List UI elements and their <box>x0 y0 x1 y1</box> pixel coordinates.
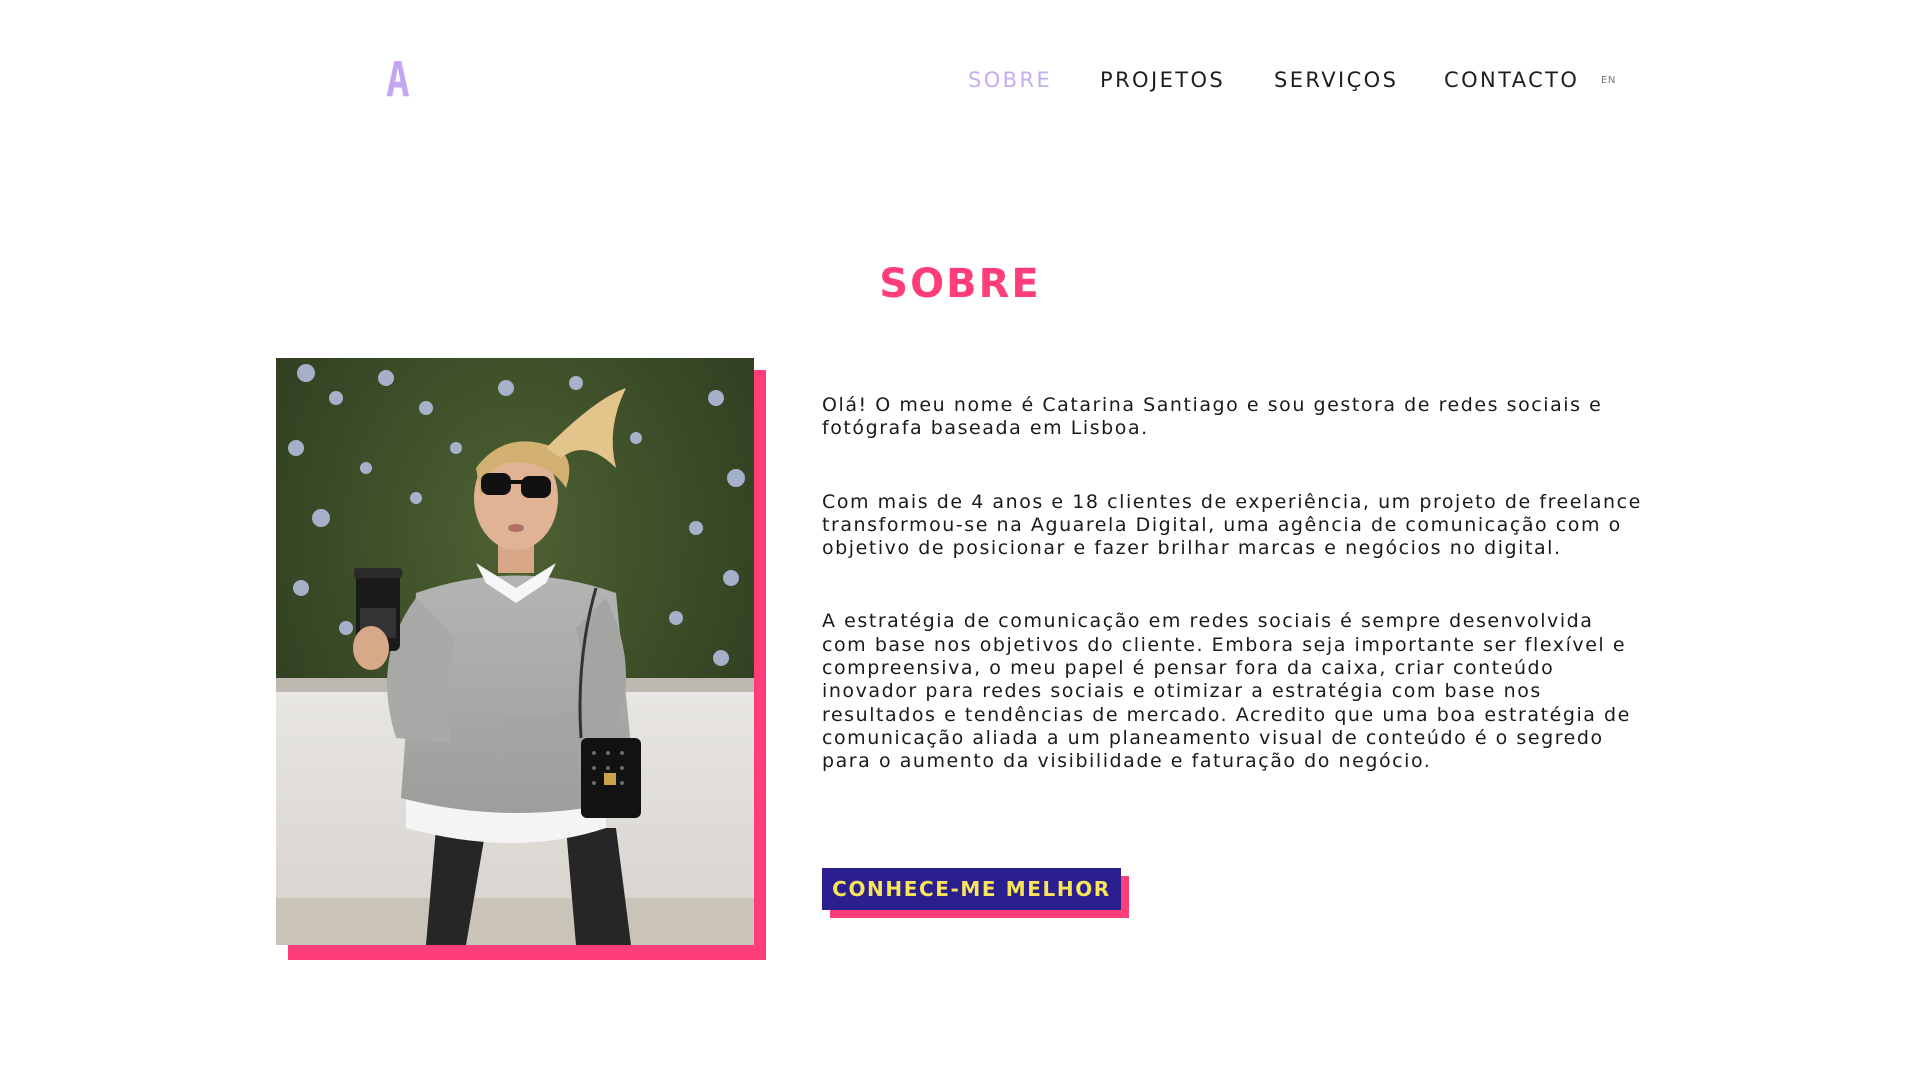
nav-item-projetos[interactable]: PROJETOS <box>1100 66 1225 94</box>
bio-paragraph: Com mais de 4 anos e 18 clientes de expe… <box>822 490 1642 560</box>
bio-text: Olá! O meu nome é Catarina Santiago e so… <box>822 394 1642 824</box>
know-me-better-button[interactable]: CONHECE-ME MELHOR <box>822 868 1121 910</box>
portrait-photo <box>276 358 754 945</box>
bio-paragraph: A estratégia de comunicação em redes soc… <box>822 610 1631 773</box>
page: A SOBRE PROJETOS SERVIÇOS CONTACTO EN SO… <box>0 0 1920 1079</box>
section-title: SOBRE <box>879 261 1041 307</box>
nav-item-servicos[interactable]: SERVIÇOS <box>1274 66 1398 94</box>
bio-paragraph: Olá! O meu nome é Catarina Santiago e so… <box>822 394 1603 440</box>
nav-item-sobre[interactable]: SOBRE <box>968 66 1052 94</box>
language-switch[interactable]: EN <box>1601 75 1616 86</box>
nav-item-contacto[interactable]: CONTACTO <box>1444 66 1579 94</box>
main-nav: SOBRE PROJETOS SERVIÇOS CONTACTO EN <box>0 66 1920 96</box>
